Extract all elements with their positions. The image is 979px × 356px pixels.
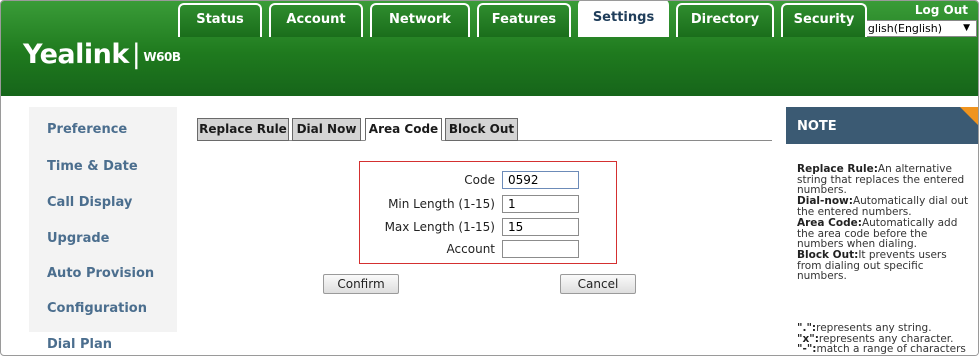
subtab-dial-now[interactable]: Dial Now xyxy=(292,118,361,141)
tab-status[interactable]: Status xyxy=(178,3,262,37)
note-term: "-": xyxy=(797,343,817,355)
logo-text: Yealink xyxy=(23,39,129,70)
sidebar-item-call-display[interactable]: Call Display xyxy=(47,195,132,210)
tab-network[interactable]: Network xyxy=(370,3,470,37)
sidebar-item-dial-plan[interactable]: Dial Plan xyxy=(47,337,112,352)
tab-directory[interactable]: Directory xyxy=(676,3,774,37)
web-ui-frame: Yealink | W60B Log Out English(English) ▼ … xyxy=(0,0,979,356)
note-block-out: Block Out:It prevents users from dialing… xyxy=(797,249,947,282)
language-value: English(English) xyxy=(854,22,943,35)
tab-security[interactable]: Security xyxy=(781,3,867,37)
code-label: Code xyxy=(464,173,495,187)
tab-settings[interactable]: Settings xyxy=(578,1,669,37)
cancel-button[interactable]: Cancel xyxy=(560,274,636,294)
account-input[interactable] xyxy=(502,240,579,258)
sidebar-item-auto-provision[interactable]: Auto Provision xyxy=(47,266,154,281)
account-label: Account xyxy=(446,242,495,256)
sidebar-item-upgrade[interactable]: Upgrade xyxy=(47,231,109,246)
min-length-label: Min Length (1-15) xyxy=(388,197,495,211)
tab-account[interactable]: Account xyxy=(269,3,363,37)
subtab-block-out[interactable]: Block Out xyxy=(445,118,518,141)
model-name: W60B xyxy=(143,50,181,64)
note-dial-now: Dial-now:Automatically dial out the ente… xyxy=(797,195,969,218)
subtab-area-code[interactable]: Area Code xyxy=(365,118,442,141)
max-length-label: Max Length (1-15) xyxy=(384,220,495,234)
confirm-button[interactable]: Confirm xyxy=(323,274,399,294)
max-length-input[interactable] xyxy=(502,218,579,236)
min-length-input[interactable] xyxy=(502,195,579,213)
dropdown-arrow-icon: ▼ xyxy=(963,23,970,33)
tab-features[interactable]: Features xyxy=(477,3,571,37)
sidebar-item-time-date[interactable]: Time & Date xyxy=(47,159,138,174)
note-area-code: Area Code:Automatically add the area cod… xyxy=(797,217,958,250)
note-wildcards: ".":represents any string. "x":represent… xyxy=(797,322,966,355)
code-input[interactable] xyxy=(502,171,579,189)
logo-separator: | xyxy=(131,39,141,70)
sidebar-item-preference[interactable]: Preference xyxy=(47,122,127,137)
note-replace-rule: Replace Rule:An alternative string that … xyxy=(797,163,965,196)
note-title: NOTE xyxy=(797,119,837,134)
sidebar-item-configuration[interactable]: Configuration xyxy=(47,301,147,316)
subtab-replace-rule[interactable]: Replace Rule xyxy=(197,118,289,141)
brand-logo: Yealink | W60B xyxy=(23,39,181,70)
language-select[interactable]: English(English) ▼ xyxy=(850,20,977,37)
logout-link[interactable]: Log Out xyxy=(915,3,968,17)
